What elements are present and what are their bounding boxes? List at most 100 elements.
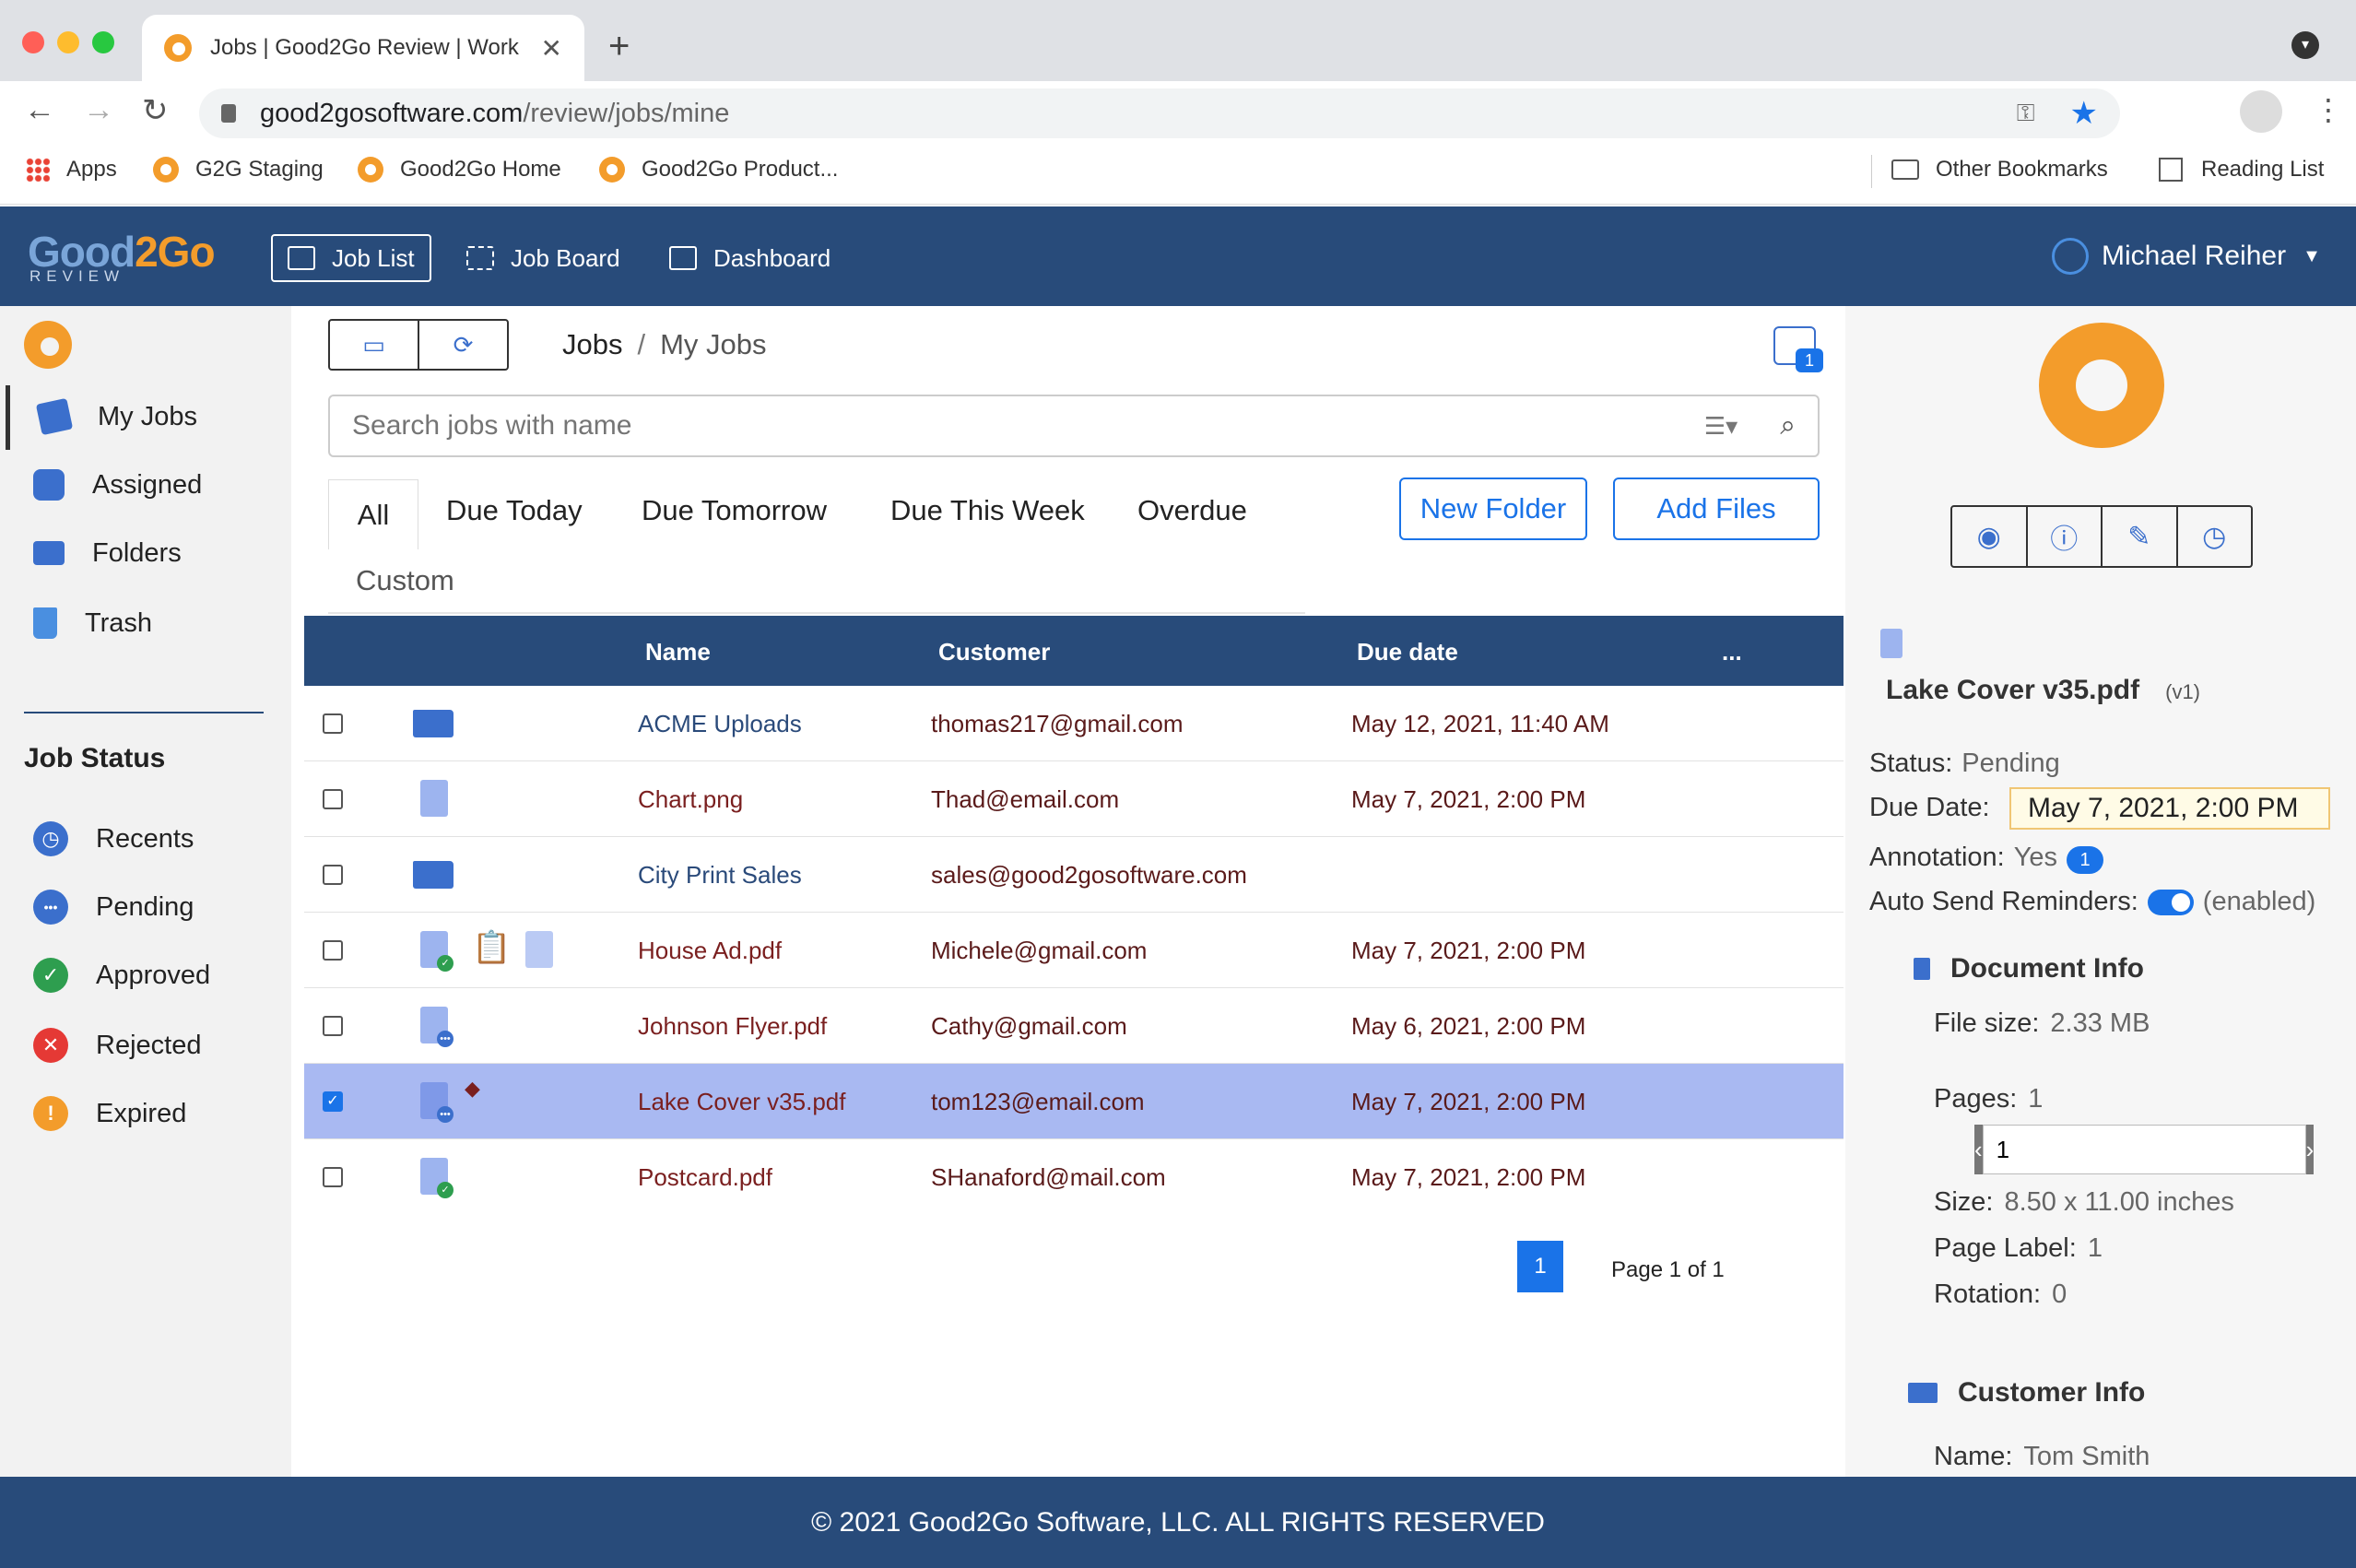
- detail-file-name: Lake Cover v35.pdf (v1): [1886, 675, 2201, 705]
- row-name[interactable]: House Ad.pdf: [638, 937, 782, 965]
- row-name[interactable]: Lake Cover v35.pdf: [638, 1088, 845, 1116]
- bookmark-good2go-home[interactable]: Good2Go Home: [358, 157, 561, 183]
- nav-job-list[interactable]: Job List: [271, 234, 431, 282]
- table-row[interactable]: Chart.png Thad@email.com May 7, 2021, 2:…: [304, 761, 1844, 837]
- table-row[interactable]: ✓ 📋 House Ad.pdf Michele@gmail.com May 7…: [304, 913, 1844, 988]
- history-icon[interactable]: ◷: [2178, 507, 2252, 566]
- table-row[interactable]: ••• Johnson Flyer.pdf Cathy@gmail.com Ma…: [304, 988, 1844, 1064]
- key-icon[interactable]: ⚿: [2017, 99, 2035, 128]
- table-row[interactable]: City Print Sales sales@good2gosoftware.c…: [304, 837, 1844, 913]
- tab-title: Jobs | Good2Go Review | Work: [210, 35, 519, 60]
- check-icon: ✓: [33, 958, 68, 993]
- bookmark-good2go-product[interactable]: Good2Go Product...: [599, 157, 838, 183]
- add-files-button[interactable]: Add Files: [1613, 477, 1820, 540]
- row-checkbox[interactable]: [323, 789, 343, 809]
- row-name[interactable]: ACME Uploads: [638, 710, 802, 738]
- trash-icon: [33, 607, 57, 639]
- row-name[interactable]: Postcard.pdf: [638, 1163, 772, 1192]
- column-more[interactable]: ...: [1722, 638, 1742, 666]
- row-checkbox[interactable]: [323, 1167, 343, 1187]
- sidebar-item-folders[interactable]: Folders: [0, 527, 182, 579]
- row-customer: thomas217@gmail.com: [931, 710, 1184, 737]
- status-pending[interactable]: ••• Pending: [0, 881, 194, 933]
- sidebar-item-trash[interactable]: Trash: [0, 597, 152, 649]
- search-icon[interactable]: ⌕: [1780, 410, 1796, 442]
- close-tab-icon[interactable]: ✕: [541, 33, 562, 64]
- row-checkbox[interactable]: [323, 940, 343, 961]
- good2go-mark-icon: [24, 321, 72, 369]
- new-tab-icon[interactable]: +: [608, 26, 630, 67]
- row-customer: tom123@email.com: [931, 1088, 1145, 1115]
- tab-overdue[interactable]: Overdue: [1137, 494, 1247, 527]
- filter-options-icon[interactable]: ☰▾: [1704, 412, 1738, 441]
- bookmark-star-icon[interactable]: ★: [2070, 95, 2098, 132]
- info-icon[interactable]: ⓘ: [2028, 507, 2103, 566]
- url-bar[interactable]: good2gosoftware.com/review/jobs/mine ⚿ ★: [199, 88, 2120, 138]
- column-due-date[interactable]: Due date: [1357, 638, 1458, 666]
- column-customer[interactable]: Customer: [938, 638, 1050, 666]
- tab-due-today[interactable]: Due Today: [446, 494, 583, 527]
- close-window-icon[interactable]: [22, 31, 44, 53]
- assigned-icon: [33, 469, 65, 501]
- annotation-count-badge: 1: [2067, 846, 2104, 874]
- page-number-input[interactable]: [1982, 1125, 2306, 1174]
- browser-menu-icon[interactable]: ⋮: [2314, 92, 2343, 127]
- maximize-window-icon[interactable]: [92, 31, 114, 53]
- status-recents[interactable]: ◷ Recents: [0, 813, 194, 865]
- row-name[interactable]: Johnson Flyer.pdf: [638, 1012, 827, 1041]
- sidebar-item-assigned[interactable]: Assigned: [0, 459, 202, 511]
- user-menu[interactable]: Michael Reiher ▼: [2052, 238, 2321, 275]
- tab-due-this-week[interactable]: Due This Week: [890, 494, 1085, 527]
- chevron-left-icon[interactable]: ‹: [1974, 1125, 1983, 1174]
- row-checkbox-checked[interactable]: ✓: [323, 1091, 343, 1112]
- preview-eye-icon[interactable]: ◉: [1952, 507, 2028, 566]
- tab-due-tomorrow[interactable]: Due Tomorrow: [642, 494, 827, 527]
- row-checkbox[interactable]: [323, 1016, 343, 1036]
- tab-search-icon[interactable]: ▾: [2291, 31, 2319, 59]
- annotate-icon[interactable]: ✎: [2103, 507, 2178, 566]
- tab-custom[interactable]: Custom: [356, 564, 454, 597]
- breadcrumb-jobs[interactable]: Jobs: [562, 328, 622, 360]
- forward-icon[interactable]: →: [83, 92, 114, 128]
- bookmark-g2g-staging[interactable]: G2G Staging: [153, 157, 324, 183]
- image-document-icon: [525, 931, 553, 968]
- row-checkbox[interactable]: [323, 865, 343, 885]
- row-name[interactable]: Chart.png: [638, 785, 743, 814]
- status-rejected[interactable]: ✕ Rejected: [0, 1020, 201, 1071]
- reload-icon[interactable]: ↻: [142, 92, 169, 129]
- refresh-button[interactable]: ⟳: [419, 321, 507, 369]
- back-icon[interactable]: ←: [24, 92, 55, 128]
- detail-annotation: Annotation: Yes 1: [1869, 843, 2104, 874]
- new-folder-button[interactable]: New Folder: [1399, 477, 1587, 540]
- nav-dashboard[interactable]: Dashboard: [654, 234, 845, 282]
- minimize-window-icon[interactable]: [57, 31, 79, 53]
- reminders-toggle[interactable]: [2147, 890, 2194, 916]
- status-expired[interactable]: ! Expired: [0, 1088, 186, 1139]
- profile-avatar-icon[interactable]: [2240, 90, 2282, 133]
- tab-all[interactable]: All: [328, 479, 418, 549]
- search-input[interactable]: [352, 410, 1550, 442]
- folder-icon: [33, 541, 65, 565]
- other-bookmarks[interactable]: Other Bookmarks: [1891, 157, 2108, 183]
- due-date-field[interactable]: May 7, 2021, 2:00 PM: [2009, 787, 2330, 830]
- browser-tab[interactable]: Jobs | Good2Go Review | Work ✕: [142, 15, 584, 81]
- chevron-right-icon[interactable]: ›: [2305, 1125, 2315, 1174]
- column-name[interactable]: Name: [645, 638, 711, 666]
- status-approved[interactable]: ✓ Approved: [0, 949, 210, 1001]
- pagination-page-1[interactable]: 1: [1517, 1241, 1563, 1292]
- table-row-selected[interactable]: ✓ ••• ◆ Lake Cover v35.pdf tom123@email.…: [304, 1064, 1844, 1139]
- open-folder-button[interactable]: ▭: [330, 321, 419, 369]
- list-icon: [288, 246, 315, 270]
- nav-job-board[interactable]: Job Board: [452, 234, 635, 282]
- table-row[interactable]: ACME Uploads thomas217@gmail.com May 12,…: [304, 686, 1844, 761]
- row-customer: Thad@email.com: [931, 785, 1120, 813]
- row-checkbox[interactable]: [323, 713, 343, 734]
- my-jobs-icon: [35, 397, 74, 436]
- table-row[interactable]: ✓ Postcard.pdf SHanaford@mail.com May 7,…: [304, 1139, 1844, 1215]
- detail-status: Status: Pending: [1869, 749, 2060, 778]
- reading-list[interactable]: Reading List: [2159, 157, 2324, 183]
- notifications-button[interactable]: 1: [1773, 326, 1823, 372]
- sidebar-item-my-jobs[interactable]: My Jobs: [6, 391, 197, 442]
- row-name[interactable]: City Print Sales: [638, 861, 802, 890]
- bookmark-apps[interactable]: Apps: [26, 157, 117, 183]
